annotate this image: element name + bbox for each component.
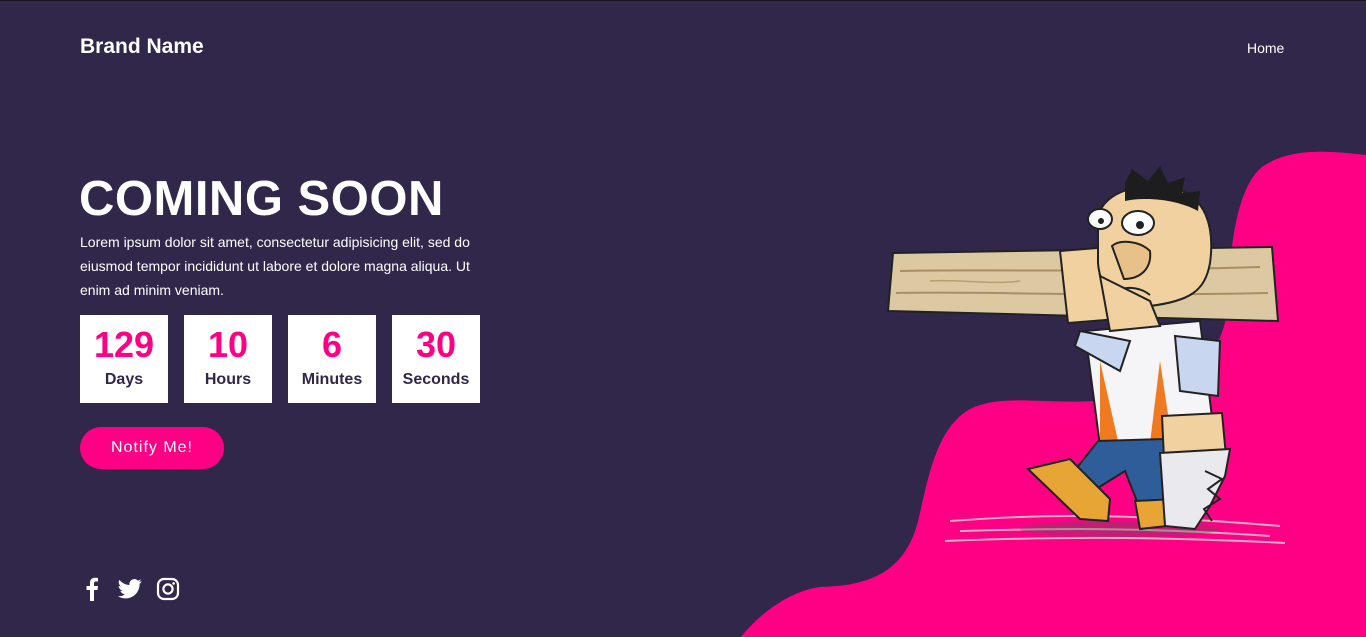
countdown-label: Minutes <box>301 371 363 388</box>
instagram-icon[interactable] <box>156 577 180 601</box>
wood-plank <box>886 245 1280 323</box>
countdown-label: Seconds <box>402 371 470 388</box>
countdown-timer: 129 Days 10 Hours 6 Minutes 30 Seconds <box>80 315 480 403</box>
social-links <box>80 577 180 601</box>
pink-blob-shape <box>740 151 1366 637</box>
countdown-value: 30 <box>415 324 457 365</box>
worker-body <box>1025 245 1232 531</box>
hero-description: Lorem ipsum dolor sit amet, consectetur … <box>80 234 470 298</box>
countdown-label: Hours <box>204 371 252 388</box>
countdown-hours: 10 Hours <box>184 315 272 403</box>
ground-shadow <box>944 515 1286 544</box>
countdown-value: 6 <box>321 324 343 365</box>
countdown-minutes: 6 Minutes <box>288 315 376 403</box>
countdown-days: 129 Days <box>80 315 168 403</box>
countdown-seconds: 30 Seconds <box>392 315 480 403</box>
page-title: COMING SOON <box>79 172 444 226</box>
brand-logo[interactable]: Brand Name <box>80 35 204 59</box>
countdown-value: 129 <box>93 324 155 365</box>
worker-head <box>1087 166 1213 333</box>
notify-me-button[interactable]: Notify Me! <box>80 427 224 469</box>
facebook-icon[interactable] <box>80 577 104 601</box>
countdown-value: 10 <box>207 324 249 365</box>
countdown-label: Days <box>104 371 144 388</box>
nav-link-home[interactable]: Home <box>1247 40 1284 56</box>
twitter-icon[interactable] <box>118 577 142 601</box>
